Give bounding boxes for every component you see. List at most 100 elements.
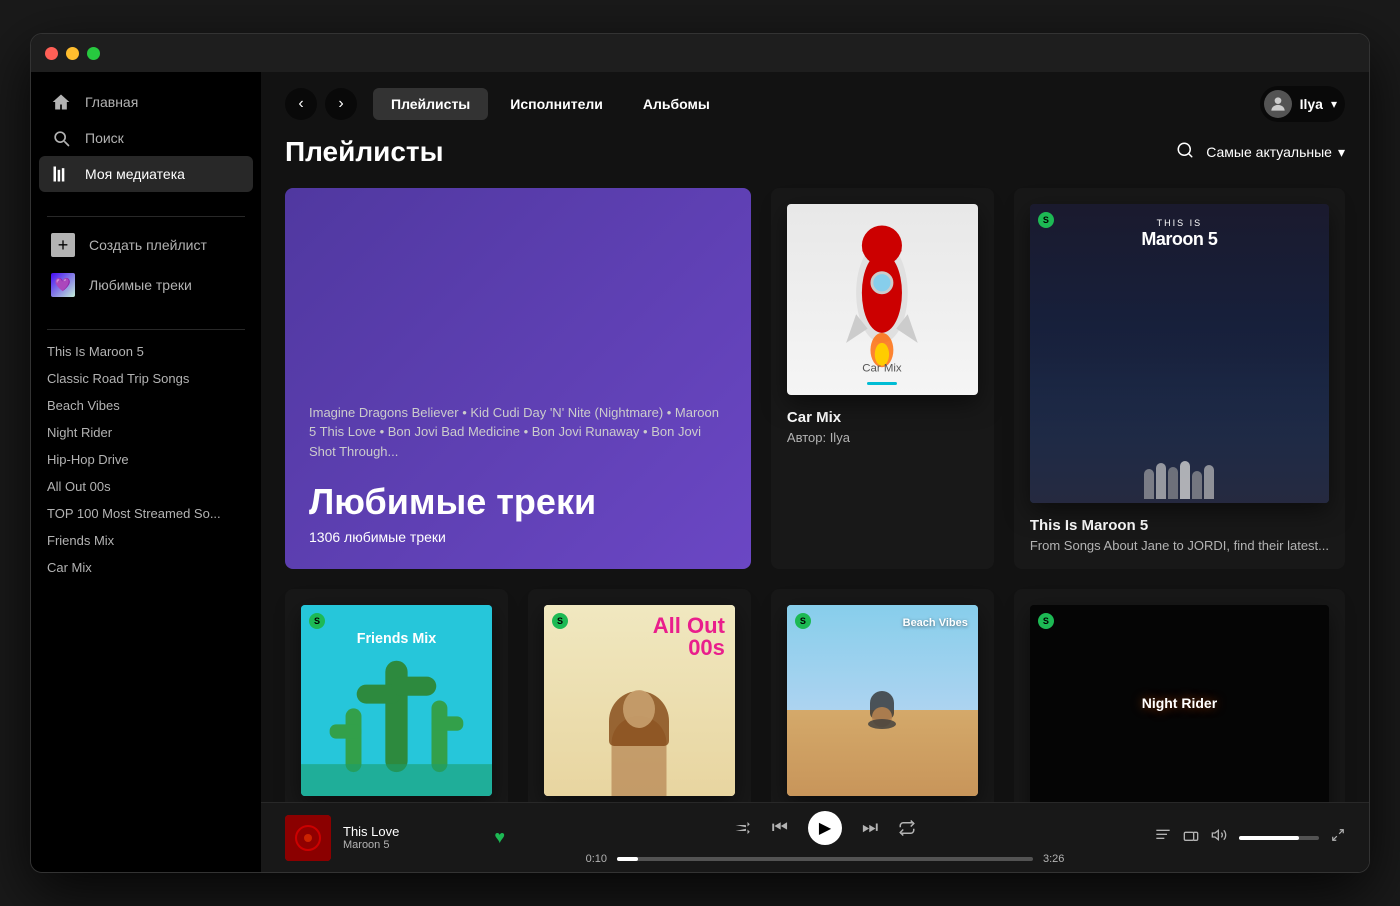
maroon5-title: This Is Maroon 5 bbox=[1030, 517, 1329, 534]
minimize-button[interactable] bbox=[66, 47, 79, 60]
liked-tracks-label: Любимые треки bbox=[89, 277, 192, 293]
player-art bbox=[285, 815, 331, 861]
beach-art: S bbox=[787, 605, 978, 796]
player-track-info: This Love Maroon 5 bbox=[343, 824, 474, 851]
this-is-label: THIS IS bbox=[1030, 218, 1329, 228]
night-rider-art: S Night Rider bbox=[1030, 605, 1329, 802]
car-mix-subtitle: Автор: Ilya bbox=[787, 430, 978, 445]
night-rider-label: Night Rider bbox=[1030, 695, 1329, 711]
tab-artists[interactable]: Исполнители bbox=[492, 88, 621, 120]
content-header: Плейлисты Самые актуальные ▾ bbox=[285, 136, 1345, 168]
shuffle-button[interactable] bbox=[734, 819, 752, 837]
allout-art: S All Out 00s bbox=[544, 605, 735, 796]
player-buttons: ⏮ ▶ ⏭ bbox=[734, 811, 916, 845]
home-icon bbox=[51, 92, 71, 112]
main-content: ‹ › Плейлисты Исполнители Альбомы Ilya ▾ bbox=[261, 72, 1369, 872]
night-rider-card[interactable]: S Night Rider bbox=[1014, 589, 1345, 802]
content-area: Плейлисты Самые актуальные ▾ bbox=[261, 136, 1369, 802]
create-playlist-label: Создать плейлист bbox=[89, 237, 207, 253]
sidebar-playlist-3[interactable]: Night Rider bbox=[47, 419, 245, 446]
friends-mix-image: S bbox=[301, 605, 492, 796]
sidebar-item-home[interactable]: Главная bbox=[39, 84, 253, 120]
tab-playlists[interactable]: Плейлисты bbox=[373, 88, 488, 120]
spotify-badge-beach: S bbox=[795, 613, 811, 629]
car-mix-title: Car Mix bbox=[787, 409, 978, 426]
top-bar: ‹ › Плейлисты Исполнители Альбомы Ilya ▾ bbox=[261, 72, 1369, 136]
progress-bar[interactable] bbox=[617, 857, 1033, 861]
allout-image: S All Out 00s bbox=[544, 605, 735, 796]
band-area bbox=[1030, 324, 1329, 503]
maroon5-name-label: Maroon 5 bbox=[1030, 229, 1329, 250]
repeat-button[interactable] bbox=[898, 819, 916, 837]
sort-selector[interactable]: Самые актуальные ▾ bbox=[1206, 144, 1345, 161]
sidebar-playlist-2[interactable]: Beach Vibes bbox=[47, 392, 245, 419]
back-button[interactable]: ‹ bbox=[285, 88, 317, 120]
allout-card[interactable]: S All Out 00s bbox=[528, 589, 751, 802]
user-menu[interactable]: Ilya ▾ bbox=[1260, 86, 1345, 122]
page-title: Плейлисты bbox=[285, 136, 444, 168]
night-rider-image: S Night Rider bbox=[1030, 605, 1329, 802]
progress-fill bbox=[617, 857, 638, 861]
chevron-down-icon: ▾ bbox=[1331, 97, 1337, 111]
queue-button[interactable] bbox=[1155, 827, 1171, 848]
sidebar-playlists: This Is Maroon 5 Classic Road Trip Songs… bbox=[31, 338, 261, 860]
sidebar-item-library[interactable]: Моя медиатека bbox=[39, 156, 253, 192]
nav-and-tabs: ‹ › Плейлисты Исполнители Альбомы bbox=[285, 88, 728, 120]
volume-button[interactable] bbox=[1211, 827, 1227, 848]
sidebar-library-label: Моя медиатека bbox=[85, 166, 185, 182]
title-bar bbox=[31, 34, 1369, 72]
sidebar-playlist-7[interactable]: Friends Mix bbox=[47, 527, 245, 554]
player-track: This Love Maroon 5 ♥ bbox=[285, 815, 505, 861]
maroon5-card[interactable]: S THIS IS Maroon 5 bbox=[1014, 188, 1345, 569]
sidebar-playlist-4[interactable]: Hip-Hop Drive bbox=[47, 446, 245, 473]
maroon5-art: S THIS IS Maroon 5 bbox=[1030, 204, 1329, 503]
liked-songs-title: Любимые треки bbox=[309, 481, 727, 523]
sidebar-playlist-8[interactable]: Car Mix bbox=[47, 554, 245, 581]
maroon5-image: S THIS IS Maroon 5 bbox=[1030, 204, 1329, 503]
svg-text:Car Mix: Car Mix bbox=[863, 362, 903, 374]
liked-tracks-preview: Imagine Dragons Believer • Kid Cudi Day … bbox=[309, 403, 727, 462]
tab-albums[interactable]: Альбомы bbox=[625, 88, 728, 120]
bottom-player: This Love Maroon 5 ♥ ⏮ ▶ bbox=[261, 802, 1369, 872]
spotify-badge-allout: S bbox=[552, 613, 568, 629]
sidebar-playlist-5[interactable]: All Out 00s bbox=[47, 473, 245, 500]
now-playing-track: This Love bbox=[343, 824, 474, 839]
sidebar-playlist-1[interactable]: Classic Road Trip Songs bbox=[47, 365, 245, 392]
volume-bar[interactable] bbox=[1239, 836, 1319, 840]
play-pause-button[interactable]: ▶ bbox=[808, 811, 842, 845]
prev-button[interactable]: ⏮ bbox=[772, 817, 788, 838]
liked-heart-icon[interactable]: ♥ bbox=[494, 827, 505, 848]
close-button[interactable] bbox=[45, 47, 58, 60]
forward-button[interactable]: › bbox=[325, 88, 357, 120]
search-icon bbox=[51, 128, 71, 148]
friends-mix-card[interactable]: S bbox=[285, 589, 508, 802]
create-playlist-item[interactable]: + Создать плейлист bbox=[39, 225, 253, 265]
nav-controls: ‹ › bbox=[285, 88, 357, 120]
sidebar-playlist-6[interactable]: TOP 100 Most Streamed So... bbox=[47, 500, 245, 527]
liked-tracks-item[interactable]: 💜 Любимые треки bbox=[39, 265, 253, 305]
beach-image: S bbox=[787, 605, 978, 796]
sidebar-search-label: Поиск bbox=[85, 130, 124, 146]
app-window: Главная Поиск bbox=[30, 33, 1370, 873]
beach-vibes-card[interactable]: S bbox=[771, 589, 994, 802]
car-mix-image: Car Mix bbox=[787, 204, 978, 395]
devices-button[interactable] bbox=[1183, 827, 1199, 848]
sidebar-divider-2 bbox=[47, 329, 245, 330]
header-right: Самые актуальные ▾ bbox=[1176, 141, 1345, 164]
create-icon: + bbox=[51, 233, 75, 257]
sidebar-actions: + Создать плейлист 💜 Любимые треки bbox=[31, 225, 261, 305]
avatar bbox=[1264, 90, 1292, 118]
player-extra bbox=[1145, 827, 1345, 848]
fullscreen-button[interactable] bbox=[1331, 828, 1345, 847]
player-controls: ⏮ ▶ ⏭ 0:10 3:26 bbox=[521, 811, 1129, 865]
liked-songs-card[interactable]: Imagine Dragons Believer • Kid Cudi Day … bbox=[285, 188, 751, 569]
maximize-button[interactable] bbox=[87, 47, 100, 60]
playlists-grid: Imagine Dragons Believer • Kid Cudi Day … bbox=[285, 188, 1345, 802]
sidebar-playlist-0[interactable]: This Is Maroon 5 bbox=[47, 338, 245, 365]
next-button[interactable]: ⏭ bbox=[862, 817, 878, 838]
search-icon-btn[interactable] bbox=[1176, 141, 1194, 164]
sidebar-item-search[interactable]: Поиск bbox=[39, 120, 253, 156]
car-mix-card[interactable]: Car Mix Car Mix Автор: Ilya bbox=[771, 188, 994, 569]
sort-label: Самые актуальные bbox=[1206, 144, 1332, 160]
beach-vibes-label: Beach Vibes bbox=[903, 617, 968, 629]
